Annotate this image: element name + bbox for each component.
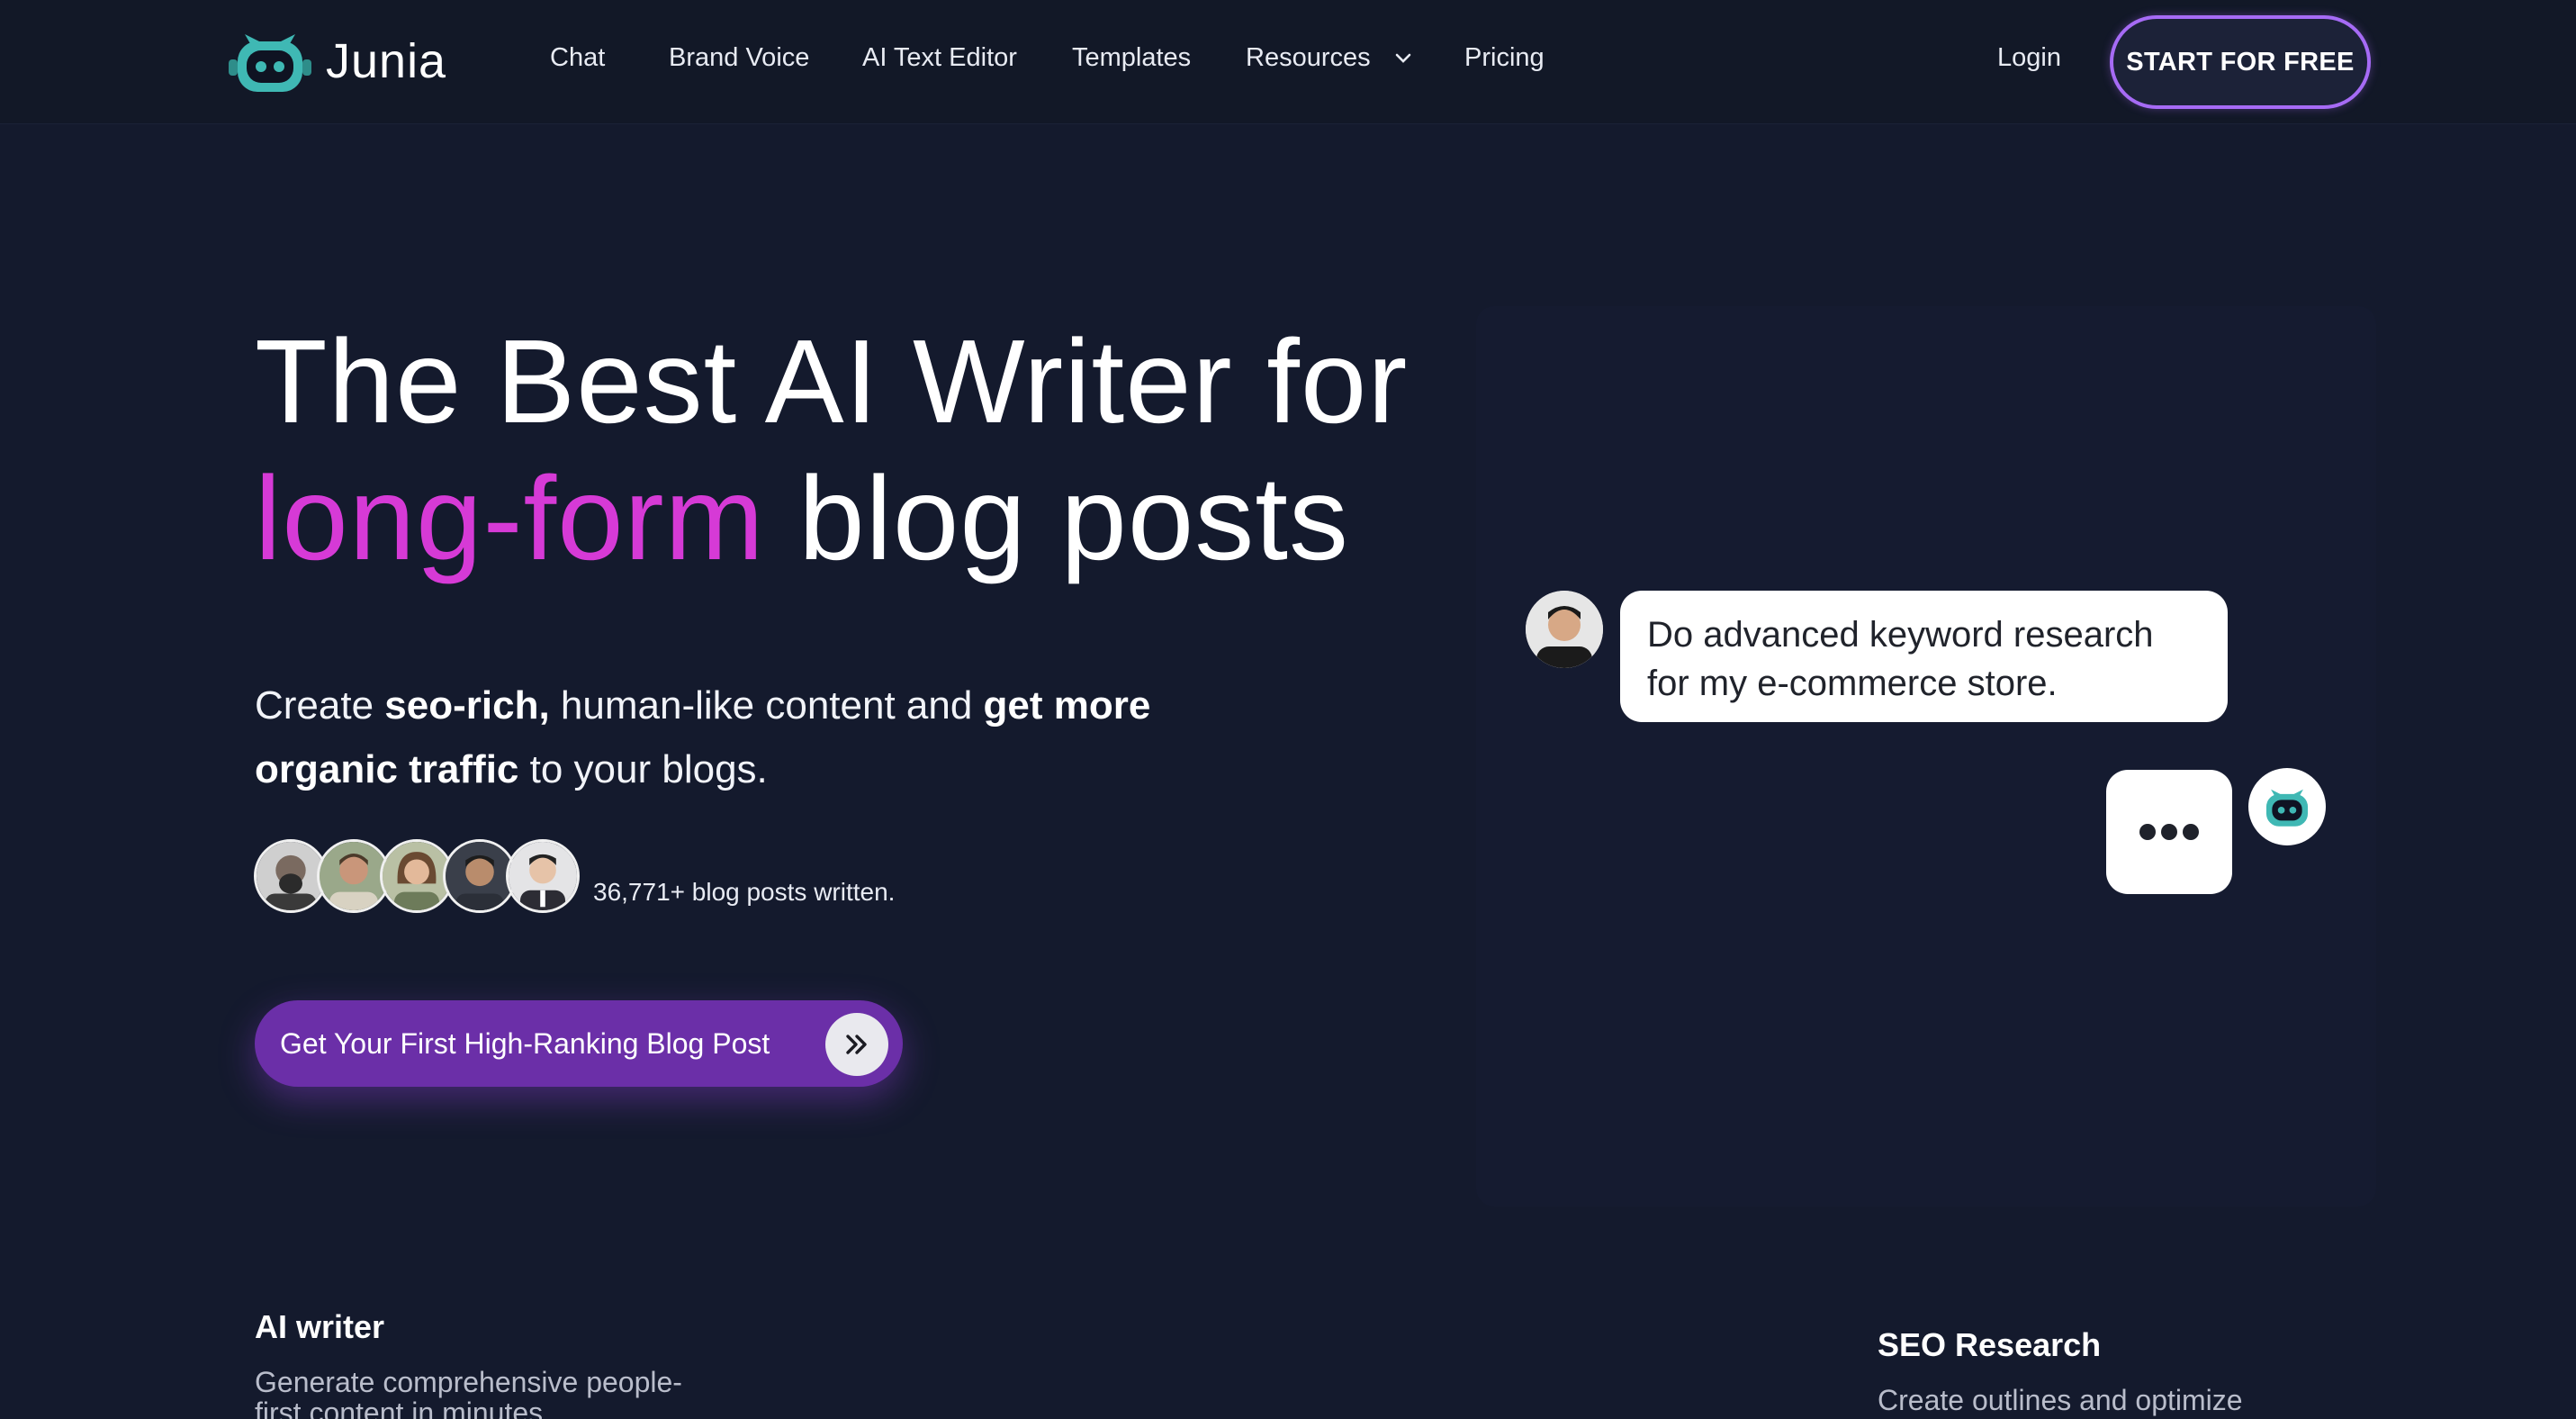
hero-title-accent: long-form xyxy=(255,452,765,584)
avatar xyxy=(506,839,580,913)
nav-chat[interactable]: Chat xyxy=(550,43,605,73)
typing-dot xyxy=(2161,824,2177,840)
user-message-bubble: Do advanced keyword research for my e-co… xyxy=(1620,591,2228,722)
nav-pricing[interactable]: Pricing xyxy=(1464,43,1545,73)
robot-logo-icon xyxy=(225,25,315,97)
start-for-free-button[interactable]: START FOR FREE xyxy=(2110,15,2371,109)
subtitle-part: Create xyxy=(255,683,385,728)
subtitle-bold: seo-rich, xyxy=(384,683,550,728)
top-nav: Junia Chat Brand Voice AI Text Editor Te… xyxy=(0,0,2576,124)
nav-ai-text-editor[interactable]: AI Text Editor xyxy=(862,43,1017,73)
feature-title-ai-writer: AI writer xyxy=(255,1308,385,1345)
nav-resources[interactable]: Resources xyxy=(1246,43,1412,73)
nav-brand-voice[interactable]: Brand Voice xyxy=(669,43,809,73)
logo[interactable]: Junia xyxy=(225,16,468,106)
typing-dot xyxy=(2183,824,2199,840)
typing-indicator xyxy=(2106,770,2232,894)
feature-title-seo-research: SEO Research xyxy=(1878,1326,2102,1363)
login-link[interactable]: Login xyxy=(1997,43,2061,73)
user-avatars xyxy=(254,839,580,913)
chat-demo-panel xyxy=(1476,306,2376,1207)
user-avatar xyxy=(1526,591,1603,668)
typing-dot xyxy=(2139,824,2156,840)
feature-desc-seo-research: Create outlines and optimize xyxy=(1878,1384,2243,1416)
hero-title-rest: blog posts xyxy=(764,452,1349,584)
double-chevron-right-icon xyxy=(825,1013,888,1076)
subtitle-part: to your blogs. xyxy=(518,747,768,791)
get-first-blog-post-button[interactable]: Get Your First High-Ranking Blog Post xyxy=(255,1000,903,1087)
hero-title-line1: The Best AI Writer for xyxy=(255,315,1409,447)
hero-title: The Best AI Writer for long-form blog po… xyxy=(255,313,1470,587)
logo-wordmark: Junia xyxy=(326,34,447,88)
bot-avatar-icon xyxy=(2248,768,2326,845)
subtitle-part: human-like content and xyxy=(549,683,984,728)
hero-subtitle: Create seo-rich, human-like content and … xyxy=(255,673,1290,801)
chevron-down-icon xyxy=(1395,54,1410,64)
feature-desc-ai-writer: Generate comprehensive people-first cont… xyxy=(255,1366,682,1419)
nav-templates[interactable]: Templates xyxy=(1072,43,1191,73)
cta-label: Get Your First High-Ranking Blog Post xyxy=(280,1026,770,1060)
posts-count-text: 36,771+ blog posts written. xyxy=(593,878,896,906)
nav-resources-label: Resources xyxy=(1246,43,1371,72)
